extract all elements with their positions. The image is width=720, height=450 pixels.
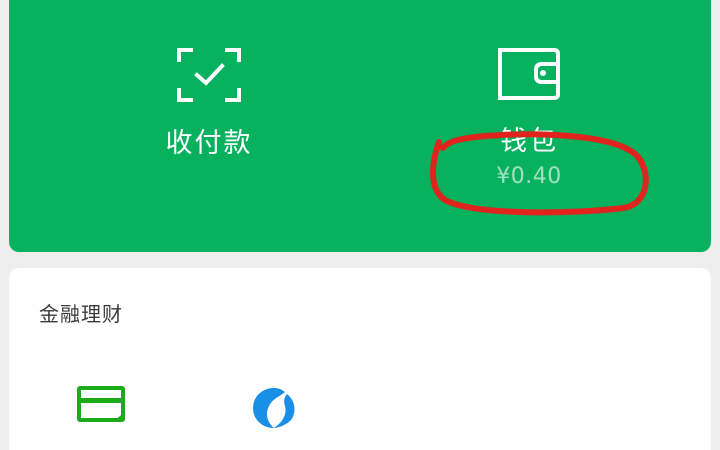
scan-check-icon (177, 48, 241, 102)
wealth-swirl-icon[interactable] (247, 384, 301, 430)
wallet-balance: ¥0.40 (496, 164, 562, 189)
pay-receive-label: 收付款 (165, 128, 253, 159)
wallet-icon (498, 48, 560, 100)
wechat-me-services-page: 收付款 钱包 ¥0.40 金融理财 (0, 0, 720, 450)
wallet-panel: 收付款 钱包 ¥0.40 (9, 0, 711, 252)
wallet-label: 钱包 (500, 126, 558, 157)
finance-card: 金融理财 (9, 268, 711, 450)
credit-card-icon[interactable] (77, 386, 127, 424)
pay-receive-button[interactable]: 收付款 (149, 48, 269, 160)
wallet-button[interactable]: 钱包 ¥0.40 (469, 48, 589, 190)
finance-section-title: 金融理财 (39, 302, 123, 326)
